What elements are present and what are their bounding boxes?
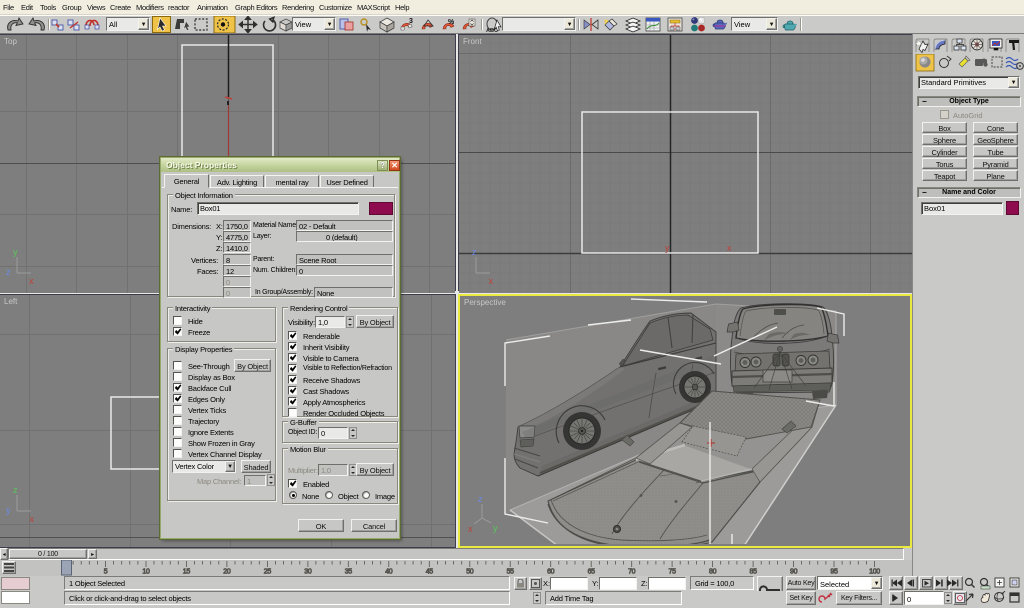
svg-text:45: 45 (426, 569, 434, 576)
svg-text:100: 100 (869, 569, 880, 576)
svg-text:x: x (489, 276, 494, 286)
svg-text:60: 60 (547, 569, 555, 576)
svg-text:z: z (13, 485, 18, 495)
svg-text:25: 25 (264, 569, 272, 576)
svg-text:75: 75 (669, 569, 677, 576)
svg-text:Left: Left (4, 297, 18, 306)
svg-text:90: 90 (790, 569, 798, 576)
svg-text:35: 35 (345, 569, 353, 576)
svg-text:x: x (29, 276, 34, 286)
svg-text:z: z (472, 247, 477, 257)
svg-text:40: 40 (385, 569, 393, 576)
svg-text:z: z (478, 494, 483, 504)
svg-text:95: 95 (830, 569, 838, 576)
svg-text:Top: Top (4, 37, 17, 46)
svg-text:x: x (727, 243, 732, 253)
svg-text:20: 20 (223, 569, 231, 576)
svg-text:ABC: ABC (486, 28, 498, 33)
svg-text:Perspective: Perspective (464, 298, 506, 307)
svg-text:65: 65 (588, 569, 596, 576)
svg-text:x: x (30, 514, 35, 524)
svg-text:55: 55 (507, 569, 515, 576)
svg-text:15: 15 (183, 569, 191, 576)
svg-text:80: 80 (709, 569, 717, 576)
svg-text:50: 50 (466, 569, 474, 576)
svg-text:5: 5 (104, 569, 108, 576)
svg-text:z: z (6, 267, 11, 277)
svg-text:85: 85 (750, 569, 758, 576)
svg-text:70: 70 (628, 569, 636, 576)
svg-text:y: y (6, 505, 11, 515)
svg-text:3: 3 (409, 18, 413, 25)
svg-text:y: y (493, 523, 498, 533)
svg-text:Front: Front (463, 37, 482, 46)
svg-text:10: 10 (142, 569, 150, 576)
svg-text:x: x (468, 524, 473, 534)
svg-text:30: 30 (304, 569, 312, 576)
svg-text:y: y (665, 243, 670, 253)
svg-text:%: % (448, 19, 455, 26)
svg-text:y: y (13, 247, 18, 257)
